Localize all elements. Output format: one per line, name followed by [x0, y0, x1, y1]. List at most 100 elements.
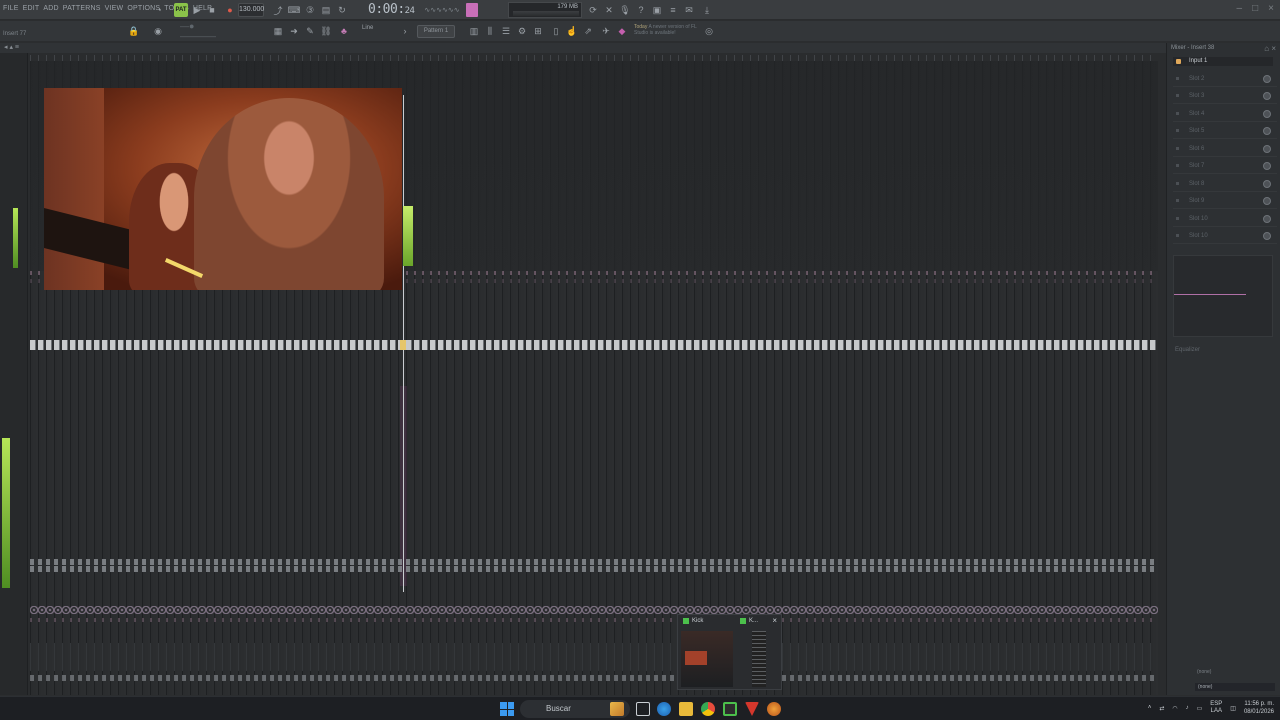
chevron-up-icon[interactable]: ˄: [1148, 705, 1152, 711]
fx-slot[interactable]: Slot 10: [1173, 228, 1277, 244]
chat-icon[interactable]: ✉: [684, 3, 694, 17]
file-explorer-icon[interactable]: [679, 702, 693, 716]
microphone-icon[interactable]: 🎙: [619, 3, 630, 17]
preview-close-icon[interactable]: ×: [772, 616, 777, 625]
channel-rack-icon[interactable]: ▥: [468, 24, 480, 38]
slot-mix-knob[interactable]: [1263, 92, 1271, 100]
menu-edit[interactable]: EDIT: [23, 5, 40, 12]
export-icon[interactable]: ⤓: [702, 3, 712, 17]
stop-icon[interactable]: ■: [207, 3, 217, 17]
edge-icon[interactable]: [657, 702, 671, 716]
slot-mix-knob[interactable]: [1263, 127, 1271, 135]
selected-fader[interactable]: [400, 340, 406, 350]
slot-mix-knob[interactable]: [1263, 75, 1271, 83]
project-tree-icon[interactable]: ⊞: [532, 24, 544, 38]
slot-mix-knob[interactable]: [1263, 180, 1271, 188]
fx-slot[interactable]: Slot 4: [1173, 106, 1277, 122]
menu-file[interactable]: FILE: [3, 5, 19, 12]
typing-keyboard-icon[interactable]: ⌨: [288, 3, 301, 17]
snap-selector[interactable]: Line: [362, 25, 380, 37]
preview-window-2[interactable]: K...: [740, 618, 758, 624]
track-labels-row[interactable]: [30, 643, 1158, 671]
windows-start-icon[interactable]: [500, 702, 514, 716]
chrome-icon[interactable]: [701, 702, 715, 716]
slot-mix-knob[interactable]: [1263, 110, 1271, 118]
share-icon[interactable]: ✈: [600, 24, 612, 38]
fx-enable-row[interactable]: [30, 618, 1158, 622]
play-icon[interactable]: ▶: [192, 3, 202, 17]
record-icon[interactable]: ●: [224, 3, 236, 17]
countdown-icon[interactable]: ③: [304, 3, 316, 17]
menu-add[interactable]: ADD: [43, 5, 58, 12]
close-icon[interactable]: ×: [1268, 3, 1274, 14]
task-view-icon[interactable]: [636, 702, 650, 716]
time-display[interactable]: 0:00:24: [368, 2, 415, 17]
refresh-icon[interactable]: ⟳: [588, 3, 598, 17]
clock[interactable]: 11:56 p. m. 08/01/2026: [1244, 700, 1274, 716]
render-icon[interactable]: ▣: [652, 3, 662, 17]
maximize-icon[interactable]: □: [1252, 3, 1258, 14]
cursor-icon[interactable]: ⇗: [582, 24, 594, 38]
output-selector[interactable]: (none): [1195, 683, 1275, 691]
menu-patterns[interactable]: PATTERNS: [63, 5, 101, 12]
slot-mix-knob[interactable]: [1263, 215, 1271, 223]
wifi-icon[interactable]: ◠: [1172, 705, 1177, 712]
volume-faders-row[interactable]: [30, 340, 1158, 350]
tempo-display[interactable]: 130.000: [238, 3, 264, 17]
refresh-news-icon[interactable]: ◎: [704, 24, 714, 38]
menu-view[interactable]: VIEW: [105, 5, 124, 12]
master-strip[interactable]: [0, 53, 28, 695]
playlist-icon[interactable]: ▦: [272, 24, 284, 38]
swap-left-right-row[interactable]: [30, 559, 1158, 565]
plugin-database-icon[interactable]: ≡: [668, 3, 678, 17]
app-icon[interactable]: [767, 702, 781, 716]
plugin-picker-icon[interactable]: ⚙: [516, 24, 528, 38]
fl-studio-taskbar-icon[interactable]: [723, 702, 737, 716]
slot-mix-knob[interactable]: [1263, 197, 1271, 205]
volume-icon[interactable]: ♪: [1186, 705, 1189, 711]
equalizer-graph[interactable]: [1173, 255, 1273, 337]
language-indicator[interactable]: ESP LAA: [1210, 701, 1222, 715]
tools-icon[interactable]: ✕: [604, 3, 614, 17]
piano-icon[interactable]: ▯: [550, 24, 562, 38]
slot-mix-knob[interactable]: [1263, 162, 1271, 170]
fx-slot[interactable]: Slot 9: [1173, 193, 1277, 209]
loop-record-icon[interactable]: ↻: [336, 3, 348, 17]
step-edit-icon[interactable]: ⤴: [272, 3, 284, 17]
help-icon[interactable]: ?: [636, 3, 646, 17]
piano-roll-icon[interactable]: ✎: [304, 24, 316, 38]
minimize-icon[interactable]: –: [1237, 3, 1243, 14]
mixer-icon[interactable]: ⫼: [484, 24, 496, 38]
preview-window-1[interactable]: Kick: [683, 618, 703, 624]
fx-slot[interactable]: Slot 7: [1173, 158, 1277, 174]
blend-notes-icon[interactable]: ▤: [320, 3, 332, 17]
preview-thumbnail-1[interactable]: [681, 631, 733, 687]
send-arrows-row[interactable]: [30, 675, 1158, 681]
fx-slot[interactable]: Slot 6: [1173, 141, 1277, 157]
slot-mix-knob[interactable]: [1263, 145, 1271, 153]
fx-slot[interactable]: Slot 8: [1173, 176, 1277, 192]
fx-slot[interactable]: Slot 10: [1173, 211, 1277, 227]
chevron-right-icon[interactable]: ›: [400, 24, 410, 38]
news-panel[interactable]: Today A newer version of FL Studio is av…: [634, 24, 706, 36]
stamp-icon[interactable]: ♣: [338, 24, 350, 38]
fx-slot[interactable]: Slot 3: [1173, 88, 1277, 104]
fx-slot[interactable]: Slot 5: [1173, 123, 1277, 139]
slot-mix-knob[interactable]: [1263, 232, 1271, 240]
battery-icon[interactable]: ▭: [1197, 705, 1203, 712]
pattern-selector[interactable]: Pattern 1: [417, 25, 455, 38]
link-icon[interactable]: ⛓: [320, 24, 332, 38]
pattern-song-toggle[interactable]: PAT: [174, 3, 188, 17]
fl-cloud-icon[interactable]: ◆: [616, 24, 628, 38]
master-volume-knob[interactable]: ◉: [152, 24, 164, 38]
panel-close-icon[interactable]: ⌂ ×: [1264, 44, 1276, 53]
network-icon[interactable]: ⇄: [1159, 705, 1164, 712]
taskbar-preview[interactable]: Kick K... ×: [677, 614, 782, 690]
browser-icon[interactable]: ☰: [500, 24, 512, 38]
route-arrows-row[interactable]: [30, 566, 1158, 572]
fx-slot[interactable]: Slot 2: [1173, 71, 1277, 87]
notification-icon[interactable]: ◫: [1230, 705, 1236, 712]
brave-icon[interactable]: [745, 702, 759, 716]
mixer-options-icon[interactable]: ◂ ▴ ≡: [4, 43, 19, 51]
preview-thumbnail-2[interactable]: [752, 631, 766, 687]
